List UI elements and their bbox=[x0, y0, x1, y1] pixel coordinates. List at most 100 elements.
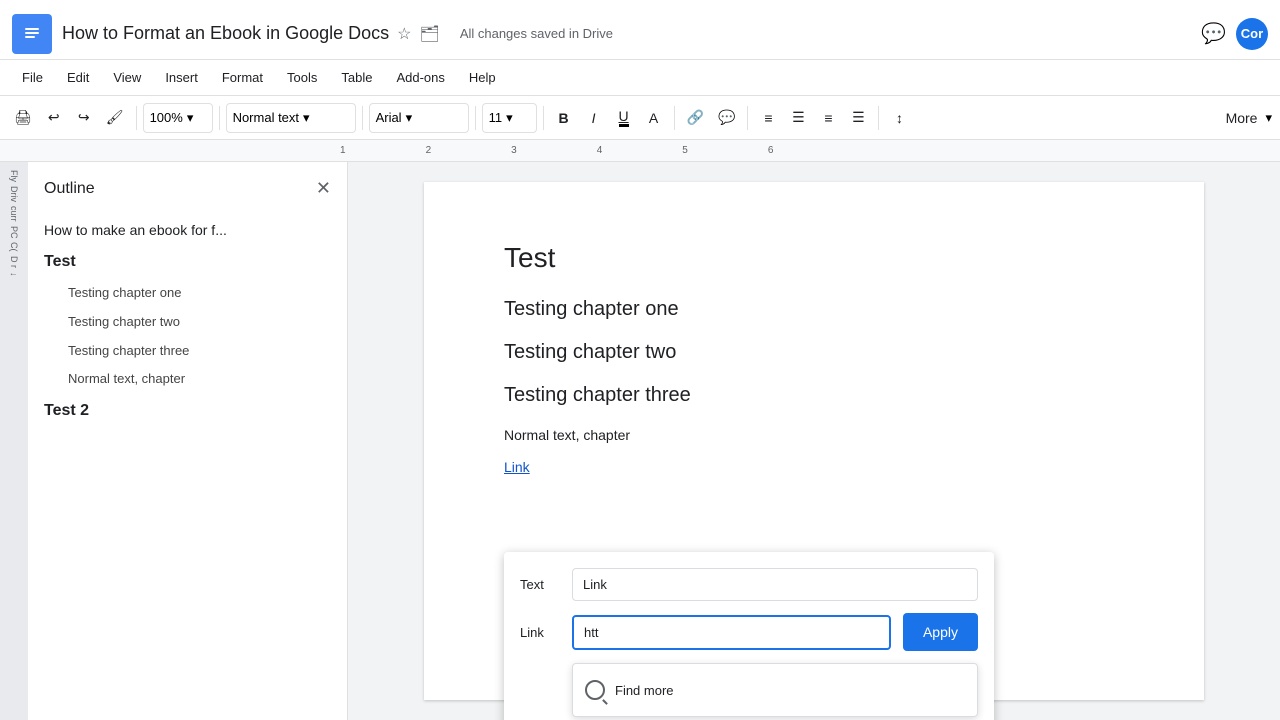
style-chevron-icon: ▾ bbox=[303, 110, 310, 126]
find-more-label: Find more bbox=[615, 683, 674, 698]
title-bar: How to Format an Ebook in Google Docs ☆ … bbox=[0, 0, 1280, 60]
app-icon bbox=[12, 14, 52, 54]
comment-button[interactable]: 💬 bbox=[712, 103, 741, 133]
toolbar-divider-7 bbox=[747, 106, 748, 130]
outline-item-0[interactable]: How to make an ebook for f... bbox=[44, 215, 331, 245]
comment-icon[interactable]: 💬 bbox=[1201, 21, 1226, 46]
outline-item-4[interactable]: Testing chapter three bbox=[44, 337, 331, 366]
apply-button[interactable]: Apply bbox=[903, 613, 978, 651]
title-icons: ☆ 🗂 bbox=[397, 24, 440, 44]
outline-item-3[interactable]: Testing chapter two bbox=[44, 308, 331, 337]
menu-tools[interactable]: Tools bbox=[277, 66, 327, 89]
doc-title-area: How to Format an Ebook in Google Docs ☆ … bbox=[62, 23, 1201, 44]
document-title[interactable]: How to Format an Ebook in Google Docs bbox=[62, 23, 389, 44]
line-spacing-button[interactable]: ↕ bbox=[885, 103, 913, 133]
link-button[interactable]: 🔗 bbox=[681, 103, 710, 133]
left-strip-label: Fly bbox=[9, 170, 19, 182]
main-layout: Fly Driv curr PC C( D r ↓ Outline ✕ How … bbox=[0, 162, 1280, 720]
link-dialog: Text Link Apply Find more bbox=[504, 552, 994, 720]
search-icon bbox=[585, 680, 605, 700]
toolbar-divider-6 bbox=[674, 106, 675, 130]
italic-button[interactable]: I bbox=[580, 103, 608, 133]
outline-sidebar: Outline ✕ How to make an ebook for f... … bbox=[28, 162, 348, 720]
left-strip-label6: D r bbox=[9, 256, 19, 268]
link-url-row: Link Apply bbox=[520, 613, 978, 651]
menu-addons[interactable]: Add-ons bbox=[386, 66, 454, 89]
more-chevron-icon: ▾ bbox=[1265, 110, 1272, 126]
toolbar-divider-3 bbox=[362, 106, 363, 130]
link-text-row: Text bbox=[520, 568, 978, 601]
align-left-button[interactable]: ≡ bbox=[754, 103, 782, 133]
style-value: Normal text bbox=[233, 110, 299, 125]
left-strip-label7: ↓ bbox=[9, 272, 19, 277]
saved-status: All changes saved in Drive bbox=[460, 26, 613, 41]
left-strip-label4: PC bbox=[9, 226, 19, 239]
link-text-label: Text bbox=[520, 577, 560, 592]
zoom-chevron-icon: ▾ bbox=[187, 110, 194, 126]
left-strip-label3: curr bbox=[9, 206, 19, 222]
font-value: Arial bbox=[376, 110, 402, 125]
align-center-button[interactable]: ☰ bbox=[784, 103, 812, 133]
toolbar-divider-5 bbox=[543, 106, 544, 130]
bold-button[interactable]: B bbox=[550, 103, 578, 133]
menu-edit[interactable]: Edit bbox=[57, 66, 99, 89]
sidebar-header: Outline ✕ bbox=[44, 178, 331, 199]
zoom-value: 100% bbox=[150, 110, 183, 125]
ruler: 1 2 3 4 5 6 bbox=[0, 140, 1280, 162]
find-more-item[interactable]: Find more bbox=[573, 672, 977, 708]
toolbar-divider-8 bbox=[878, 106, 879, 130]
redo-button[interactable]: ↪ bbox=[70, 103, 98, 133]
user-avatar[interactable]: Cor bbox=[1236, 18, 1268, 50]
doc-heading-3: Testing chapter three bbox=[504, 384, 1124, 407]
menu-help[interactable]: Help bbox=[459, 66, 506, 89]
sidebar-title: Outline bbox=[44, 180, 95, 198]
justify-button[interactable]: ☰ bbox=[844, 103, 872, 133]
doc-title-heading[interactable]: Test bbox=[504, 242, 1124, 274]
outline-item-2[interactable]: Testing chapter one bbox=[44, 279, 331, 308]
menu-view[interactable]: View bbox=[103, 66, 151, 89]
left-strip-label2: Driv bbox=[9, 186, 19, 202]
left-strip-label5: C( bbox=[9, 242, 19, 252]
size-value: 11 bbox=[489, 110, 503, 125]
menu-table[interactable]: Table bbox=[331, 66, 382, 89]
underline-label: U bbox=[619, 108, 629, 127]
menu-format[interactable]: Format bbox=[212, 66, 273, 89]
outline-item-1[interactable]: Test bbox=[44, 245, 331, 279]
doc-heading-1: Testing chapter one bbox=[504, 298, 1124, 321]
undo-button[interactable]: ↩ bbox=[40, 103, 68, 133]
sidebar-close-button[interactable]: ✕ bbox=[316, 178, 331, 199]
toolbar-divider-1 bbox=[136, 106, 137, 130]
doc-link[interactable]: Link bbox=[504, 459, 530, 475]
toolbar-divider-4 bbox=[475, 106, 476, 130]
folder-icon[interactable]: 🗂 bbox=[420, 24, 440, 44]
document-page: Test Testing chapter one Testing chapter… bbox=[424, 182, 1204, 700]
menu-file[interactable]: File bbox=[12, 66, 53, 89]
left-strip: Fly Driv curr PC C( D r ↓ bbox=[0, 162, 28, 720]
paint-format-button[interactable]: 🖌 bbox=[100, 103, 130, 133]
size-select[interactable]: 11 ▾ bbox=[482, 103, 537, 133]
document-area: Test Testing chapter one Testing chapter… bbox=[348, 162, 1280, 720]
toolbar: 🖨 ↩ ↪ 🖌 100% ▾ Normal text ▾ Arial ▾ 11 … bbox=[0, 96, 1280, 140]
outline-item-6[interactable]: Test 2 bbox=[44, 394, 331, 428]
link-url-label: Link bbox=[520, 625, 560, 640]
underline-button[interactable]: U bbox=[610, 103, 638, 133]
align-right-button[interactable]: ≡ bbox=[814, 103, 842, 133]
doc-normal-text[interactable]: Normal text, chapter bbox=[504, 427, 1124, 443]
more-button[interactable]: More bbox=[1220, 103, 1264, 133]
link-url-input[interactable] bbox=[572, 615, 891, 650]
star-icon[interactable]: ☆ bbox=[397, 24, 411, 44]
menu-bar: File Edit View Insert Format Tools Table… bbox=[0, 60, 1280, 96]
ruler-marks: 1 2 3 4 5 6 bbox=[340, 145, 853, 156]
font-chevron-icon: ▾ bbox=[406, 110, 413, 126]
link-text-input[interactable] bbox=[572, 568, 978, 601]
size-chevron-icon: ▾ bbox=[506, 110, 513, 126]
menu-insert[interactable]: Insert bbox=[155, 66, 208, 89]
style-select[interactable]: Normal text ▾ bbox=[226, 103, 356, 133]
zoom-select[interactable]: 100% ▾ bbox=[143, 103, 213, 133]
text-color-button[interactable]: A bbox=[640, 103, 668, 133]
font-select[interactable]: Arial ▾ bbox=[369, 103, 469, 133]
doc-heading-2: Testing chapter two bbox=[504, 341, 1124, 364]
user-area: 💬 Cor bbox=[1201, 18, 1268, 50]
print-button[interactable]: 🖨 bbox=[8, 103, 38, 133]
outline-item-5[interactable]: Normal text, chapter bbox=[44, 365, 331, 394]
